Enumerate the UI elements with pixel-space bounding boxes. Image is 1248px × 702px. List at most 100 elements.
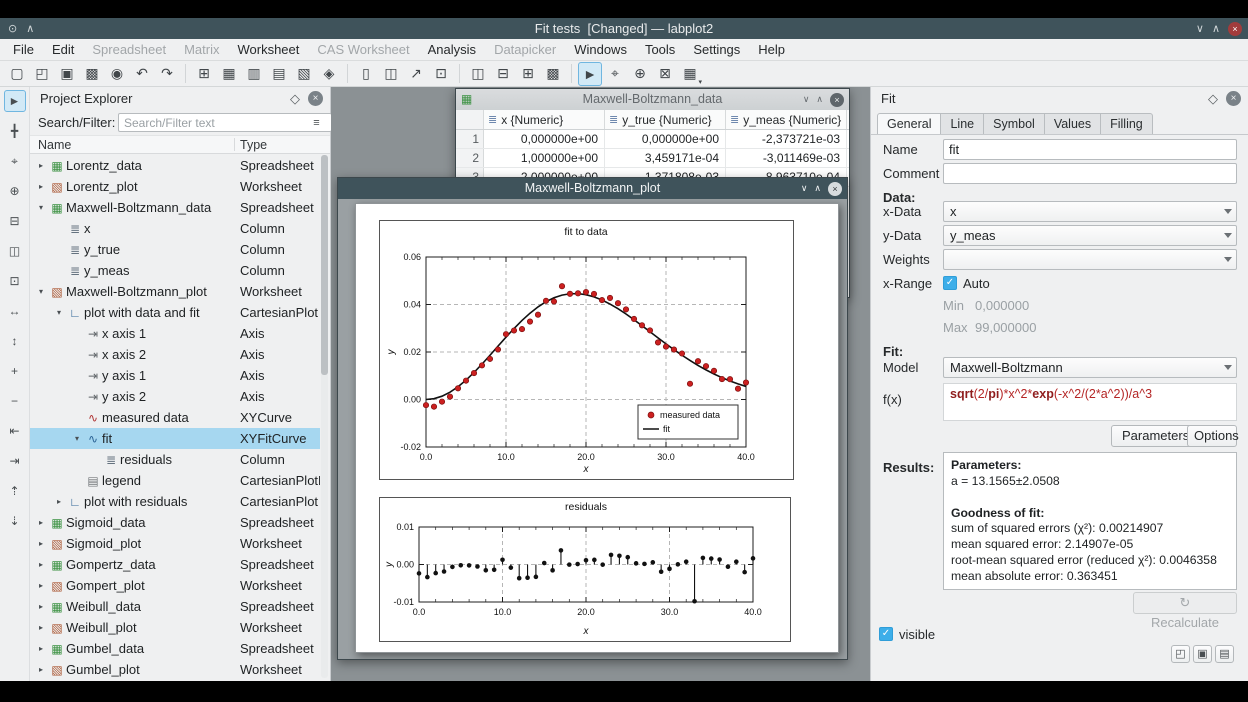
- shift-down-y-button[interactable]: ⇣: [4, 510, 26, 532]
- float-dock-icon[interactable]: ◇: [1208, 91, 1218, 106]
- spreadsheet-column-header[interactable]: ≣x {Numeric}: [484, 110, 605, 129]
- zoom-select-mode-button[interactable]: ⊕: [628, 62, 652, 86]
- tree-row[interactable]: ▸▧Gompert_plotWorksheet: [30, 575, 320, 596]
- split-vertical-button[interactable]: ◫: [466, 62, 490, 86]
- tree-row[interactable]: ▾∿fitXYFitCurve: [30, 428, 320, 449]
- tree-collapsed-arrow-icon[interactable]: ▸: [34, 581, 48, 590]
- template-load-button[interactable]: ◰: [1171, 645, 1190, 663]
- spreadsheet-cell[interactable]: 1,000000e+00: [484, 149, 605, 167]
- dual-page-view-button[interactable]: ◫: [379, 62, 403, 86]
- page-view-button[interactable]: ▯: [354, 62, 378, 86]
- save-as-button[interactable]: ▩: [80, 62, 104, 86]
- grid-options-button[interactable]: ▦▾: [678, 62, 702, 86]
- crosshair-mode-button[interactable]: ╋: [4, 120, 26, 142]
- zoom-x-select-mode-button[interactable]: ⊟: [4, 210, 26, 232]
- template-default-button[interactable]: ▤: [1215, 645, 1234, 663]
- name-field[interactable]: [943, 139, 1237, 160]
- redo-button[interactable]: ↷: [155, 62, 179, 86]
- tree-row[interactable]: ▾▦Maxwell-Boltzmann_dataSpreadsheet: [30, 197, 320, 218]
- new-notes-button[interactable]: ▧: [292, 62, 316, 86]
- template-save-button[interactable]: ▣: [1193, 645, 1212, 663]
- select-mode-button[interactable]: ►: [578, 62, 602, 86]
- tree-row[interactable]: ▾▧Maxwell-Boltzmann_plotWorksheet: [30, 281, 320, 302]
- zoom-select-mode-button[interactable]: ⊕: [4, 180, 26, 202]
- tree-collapsed-arrow-icon[interactable]: ▸: [34, 539, 48, 548]
- tree-row[interactable]: ⇥x axis 1Axis: [30, 323, 320, 344]
- tree-collapsed-arrow-icon[interactable]: ▸: [34, 602, 48, 611]
- spreadsheet-window-titlebar[interactable]: ▦ Maxwell-Boltzmann_data ∨ ∧ ×: [456, 89, 849, 110]
- menu-windows[interactable]: Windows: [565, 39, 636, 60]
- tree-row[interactable]: ⇥y axis 2Axis: [30, 386, 320, 407]
- tree-row[interactable]: ▸▧Sigmoid_plotWorksheet: [30, 533, 320, 554]
- comment-field[interactable]: [943, 163, 1237, 184]
- tree-row[interactable]: ≣residualsColumn: [30, 449, 320, 470]
- save-project-button[interactable]: ▣: [55, 62, 79, 86]
- select-edit-mode-button[interactable]: ►: [4, 90, 26, 112]
- worksheet-view[interactable]: 0.010.020.030.040.0-0.020.000.020.040.06…: [338, 199, 847, 659]
- tree-row[interactable]: ▤legendCartesianPlotL: [30, 470, 320, 491]
- maximize-window-icon[interactable]: ∧: [814, 183, 821, 194]
- residuals-plot-svg[interactable]: 0.010.020.030.040.0-0.010.000.01xyresidu…: [379, 497, 791, 642]
- tree-row[interactable]: ▸▧Lorentz_plotWorksheet: [30, 176, 320, 197]
- tree-row[interactable]: ▸▧Weibull_plotWorksheet: [30, 617, 320, 638]
- fit-to-page-button[interactable]: ⊡: [429, 62, 453, 86]
- close-dock-icon[interactable]: ×: [1226, 91, 1241, 106]
- row-number[interactable]: 2: [456, 149, 484, 167]
- menu-settings[interactable]: Settings: [684, 39, 749, 60]
- fit-plot-svg[interactable]: 0.010.020.030.040.0-0.020.000.020.040.06…: [379, 220, 794, 480]
- menu-file[interactable]: File: [4, 39, 43, 60]
- tree-row[interactable]: ▸▦Weibull_dataSpreadsheet: [30, 596, 320, 617]
- tree-expanded-arrow-icon[interactable]: ▾: [34, 287, 48, 296]
- tree-collapsed-arrow-icon[interactable]: ▸: [34, 560, 48, 569]
- spreadsheet-corner[interactable]: [456, 110, 484, 129]
- tree-row[interactable]: ▸▦Sigmoid_dataSpreadsheet: [30, 512, 320, 533]
- spreadsheet-cell[interactable]: -2,373721e-03: [726, 130, 847, 148]
- tree-row[interactable]: ⇥y axis 1Axis: [30, 365, 320, 386]
- visible-checkbox[interactable]: ✓: [879, 627, 893, 641]
- float-dock-icon[interactable]: ◇: [290, 91, 300, 106]
- navigation-mode-button[interactable]: ⌖: [4, 150, 26, 172]
- options-button[interactable]: Options: [1187, 425, 1237, 447]
- new-file-button[interactable]: ▢: [5, 62, 29, 86]
- menu-help[interactable]: Help: [749, 39, 794, 60]
- tree-collapsed-arrow-icon[interactable]: ▸: [34, 644, 48, 653]
- new-workbook-button[interactable]: ⊞: [192, 62, 216, 86]
- tab-filling[interactable]: Filling: [1101, 113, 1153, 135]
- worksheet-page[interactable]: 0.010.020.030.040.0-0.020.000.020.040.06…: [355, 203, 839, 653]
- new-matrix-button[interactable]: ▥: [242, 62, 266, 86]
- auto-scale-x-button[interactable]: ↔: [4, 300, 26, 322]
- new-spreadsheet-button[interactable]: ▦: [217, 62, 241, 86]
- results-box[interactable]: Parameters:a = 13.1565±2.0508 Goodness o…: [943, 452, 1237, 590]
- filter-options-button[interactable]: ≡: [308, 115, 325, 131]
- tree-row[interactable]: ≣xColumn: [30, 218, 320, 239]
- tree-row[interactable]: ▸▦Gumbel_dataSpreadsheet: [30, 638, 320, 659]
- menu-edit[interactable]: Edit: [43, 39, 83, 60]
- menu-worksheet[interactable]: Worksheet: [228, 39, 308, 60]
- close-window-icon[interactable]: ×: [828, 182, 842, 196]
- auto-scale-button[interactable]: ⊡: [4, 270, 26, 292]
- tree-expanded-arrow-icon[interactable]: ▾: [34, 203, 48, 212]
- shift-up-y-button[interactable]: ⇡: [4, 480, 26, 502]
- shift-left-x-button[interactable]: ⇤: [4, 420, 26, 442]
- export-worksheet-button[interactable]: ↗: [404, 62, 428, 86]
- auto-range-checkbox[interactable]: ✓: [943, 276, 957, 290]
- tree-collapsed-arrow-icon[interactable]: ▸: [34, 623, 48, 632]
- auto-scale-y-button[interactable]: ↕: [4, 330, 26, 352]
- zoom-out-button[interactable]: −: [4, 390, 26, 412]
- spreadsheet-column-header[interactable]: ≣y_true {Numeric}: [605, 110, 726, 129]
- project-tree-scrollbar[interactable]: [321, 155, 328, 678]
- spreadsheet-cell[interactable]: 3,459171e-04: [605, 149, 726, 167]
- tree-row[interactable]: ⇥x axis 2Axis: [30, 344, 320, 365]
- tree-collapsed-arrow-icon[interactable]: ▸: [34, 182, 48, 191]
- titlebar-menu-button[interactable]: ∨: [1196, 22, 1204, 35]
- undo-button[interactable]: ↶: [130, 62, 154, 86]
- close-window-icon[interactable]: ×: [830, 93, 844, 107]
- tab-line[interactable]: Line: [941, 113, 984, 135]
- maximize-window-icon[interactable]: ∧: [816, 94, 823, 105]
- tab-general[interactable]: General: [877, 113, 941, 135]
- row-number[interactable]: 1: [456, 130, 484, 148]
- menu-tools[interactable]: Tools: [636, 39, 684, 60]
- formula-field[interactable]: sqrt(2/pi)*x^2*exp(-x^2/(2*a^2))/a^3: [943, 383, 1237, 421]
- close-dock-icon[interactable]: ×: [308, 91, 323, 106]
- zoom-y-select-mode-button[interactable]: ◫: [4, 240, 26, 262]
